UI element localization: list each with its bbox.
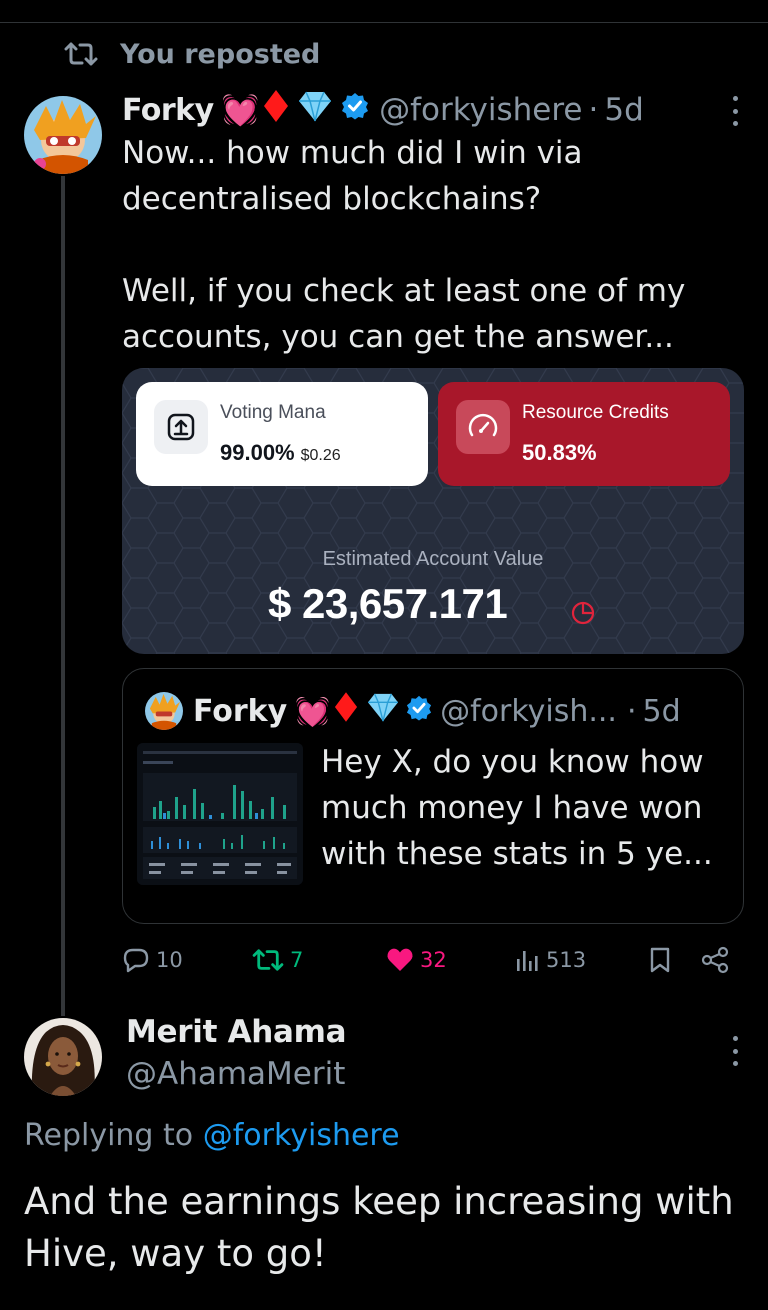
quoted-tweet[interactable]: Forky 💓 @forkyish... · 5d Hey X, do you … [122, 668, 744, 924]
reply-author-avatar[interactable] [24, 1018, 102, 1096]
top-divider [0, 22, 768, 23]
tweet-text-line: decentralised blockchains? [122, 181, 542, 217]
gauge-icon [456, 400, 510, 454]
quoted-text-line: Hey X, do you know how [321, 744, 704, 780]
quoted-tweet-text: Hey X, do you know how much money I have… [321, 739, 731, 877]
replying-to-link[interactable]: @forkyishere [203, 1118, 400, 1153]
share-icon [701, 946, 729, 974]
repost-button[interactable]: 7 [252, 940, 303, 980]
voting-mana-value-row: 99.00% $0.26 [220, 440, 341, 466]
reply-text: And the earnings keep increasing with Hi… [24, 1176, 754, 1280]
replying-to: Replying to @forkyishere [24, 1118, 400, 1153]
view-count: 513 [546, 948, 587, 972]
repost-count: 7 [290, 948, 304, 972]
repost-header: You reposted [64, 36, 320, 72]
upload-icon [154, 400, 208, 454]
author-handle[interactable]: @forkyishere [379, 92, 582, 128]
reply-count: 10 [156, 948, 183, 972]
reply-author-name[interactable]: Merit Ahama [126, 1014, 347, 1050]
red-diamond-emoji [263, 89, 289, 131]
red-diamond-emoji [334, 691, 358, 731]
author-avatar[interactable] [24, 96, 102, 174]
quoted-author-name: Forky [193, 693, 288, 729]
heart-emoji: 💓 [221, 92, 260, 128]
quoted-text-line: with these stats in 5 ye... [321, 836, 713, 872]
like-button[interactable]: 32 [386, 940, 447, 980]
separator-dot: · [588, 92, 599, 128]
quoted-text-line: much money I have won [321, 790, 703, 826]
bookmark-button[interactable] [648, 940, 672, 980]
verified-icon [341, 92, 369, 128]
replying-prefix: Replying to [24, 1118, 194, 1153]
quoted-tweet-header: Forky 💓 @forkyish... · 5d [145, 691, 681, 731]
views-icon [517, 951, 538, 971]
pie-chart-icon [571, 601, 595, 625]
tweet-text-blank [122, 222, 742, 268]
repost-icon [64, 42, 98, 66]
tweet-age[interactable]: 5d [604, 92, 643, 128]
share-button[interactable] [700, 940, 730, 980]
tweet-media-image[interactable]: Voting Mana 99.00% $0.26 Resource Credits… [122, 368, 744, 654]
tweet-text-line: accounts, you can get the answer... [122, 319, 674, 355]
reply-button[interactable]: 10 [122, 940, 183, 980]
views-button[interactable]: 513 [514, 940, 586, 980]
quoted-author-handle: @forkyish... [440, 693, 617, 729]
quoted-author-avatar [145, 692, 183, 730]
like-count: 32 [420, 948, 447, 972]
repost-icon [252, 949, 284, 971]
tweet-header: Forky 💓 @forkyishere · 5d [122, 88, 644, 132]
voting-mana-label: Voting Mana [220, 402, 326, 423]
heart-icon [387, 948, 413, 971]
reply-author-handle[interactable]: @AhamaMerit [126, 1056, 345, 1092]
quoted-tweet-age: 5d [642, 693, 681, 729]
tweet-text-line: Now... how much did I win via [122, 135, 583, 171]
tweet-text-line: Well, if you check at least one of my [122, 273, 686, 309]
tweet-text: Now... how much did I win via decentrali… [122, 130, 742, 360]
verified-icon [406, 694, 432, 729]
resource-credits-label: Resource Credits [522, 402, 669, 423]
thread-line [61, 176, 65, 1016]
tweet-actions: 10 7 32 513 [122, 940, 742, 980]
quoted-media-thumbnail [137, 743, 303, 885]
separator-dot: · [626, 693, 637, 729]
estimated-value-label: Estimated Account Value [322, 548, 544, 570]
voting-mana-value: 99.00% [220, 440, 295, 465]
gem-emoji [297, 90, 333, 130]
resource-credits-value: 50.83% [522, 440, 597, 465]
reply-text-line: Hive, way to go! [24, 1232, 327, 1275]
more-options-icon[interactable] [728, 96, 742, 126]
heart-emoji: 💓 [295, 694, 331, 728]
reply-text-line: And the earnings keep increasing with [24, 1180, 734, 1223]
estimated-value: $ 23,657.171 [268, 580, 508, 627]
gem-emoji [366, 692, 400, 730]
more-options-icon[interactable] [728, 1036, 742, 1066]
voting-mana-card: Voting Mana 99.00% $0.26 [136, 382, 428, 486]
resource-credits-card: Resource Credits 50.83% [438, 382, 730, 486]
reply-icon [123, 948, 149, 973]
repost-label: You reposted [120, 38, 321, 70]
author-name[interactable]: Forky [122, 93, 214, 128]
voting-mana-usd: $0.26 [300, 447, 341, 464]
bookmark-icon [650, 947, 670, 973]
